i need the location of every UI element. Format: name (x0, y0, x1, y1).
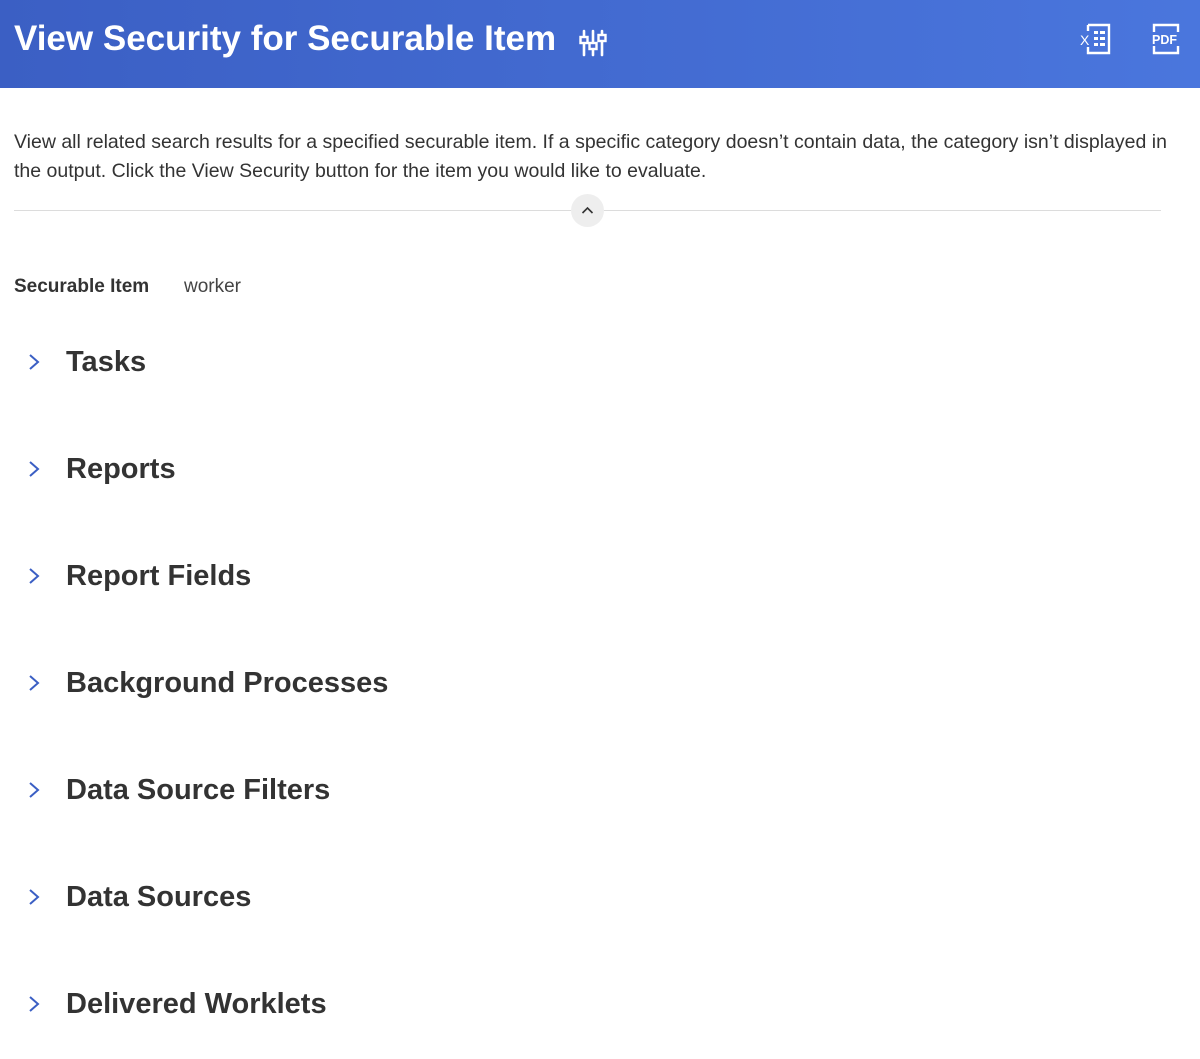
excel-icon-letter: X (1080, 32, 1090, 48)
pdf-icon-text: PDF (1152, 33, 1177, 47)
section-background-processes[interactable]: Background Processes (14, 661, 714, 705)
page-description: View all related search results for a sp… (14, 131, 1167, 182)
section-data-sources[interactable]: Data Sources (14, 875, 714, 919)
pdf-export-icon[interactable]: PDF (1150, 22, 1182, 56)
section-title: Delivered Worklets (66, 988, 327, 1020)
page-title: View Security for Securable Item (14, 19, 557, 58)
section-title: Report Fields (66, 560, 252, 592)
page-header: View Security for Securable Item X PDF (0, 0, 1200, 88)
chevron-right-icon (29, 782, 40, 798)
section-title: Tasks (66, 346, 147, 378)
chevron-right-icon (29, 889, 40, 905)
collapse-description-button[interactable] (571, 194, 604, 227)
section-delivered-worklets[interactable]: Delivered Worklets (14, 982, 714, 1026)
section-title: Reports (66, 453, 176, 485)
excel-export-icon[interactable]: X (1079, 22, 1111, 56)
section-report-fields[interactable]: Report Fields (14, 554, 714, 598)
section-reports[interactable]: Reports (14, 447, 714, 491)
securable-item-value: worker (184, 276, 242, 297)
section-title: Data Source Filters (66, 774, 331, 806)
section-data-source-filters[interactable]: Data Source Filters (14, 768, 714, 812)
section-title: Data Sources (66, 881, 252, 913)
related-actions-icon[interactable] (578, 28, 608, 58)
chevron-right-icon (29, 354, 40, 370)
chevron-right-icon (29, 675, 40, 691)
chevron-right-icon (29, 568, 40, 584)
section-title: Background Processes (66, 667, 389, 699)
chevron-right-icon (29, 461, 40, 477)
securable-item-label: Securable Item (14, 276, 150, 297)
chevron-right-icon (29, 996, 40, 1012)
section-tasks[interactable]: Tasks (14, 340, 714, 384)
chevron-up-icon (581, 206, 594, 214)
